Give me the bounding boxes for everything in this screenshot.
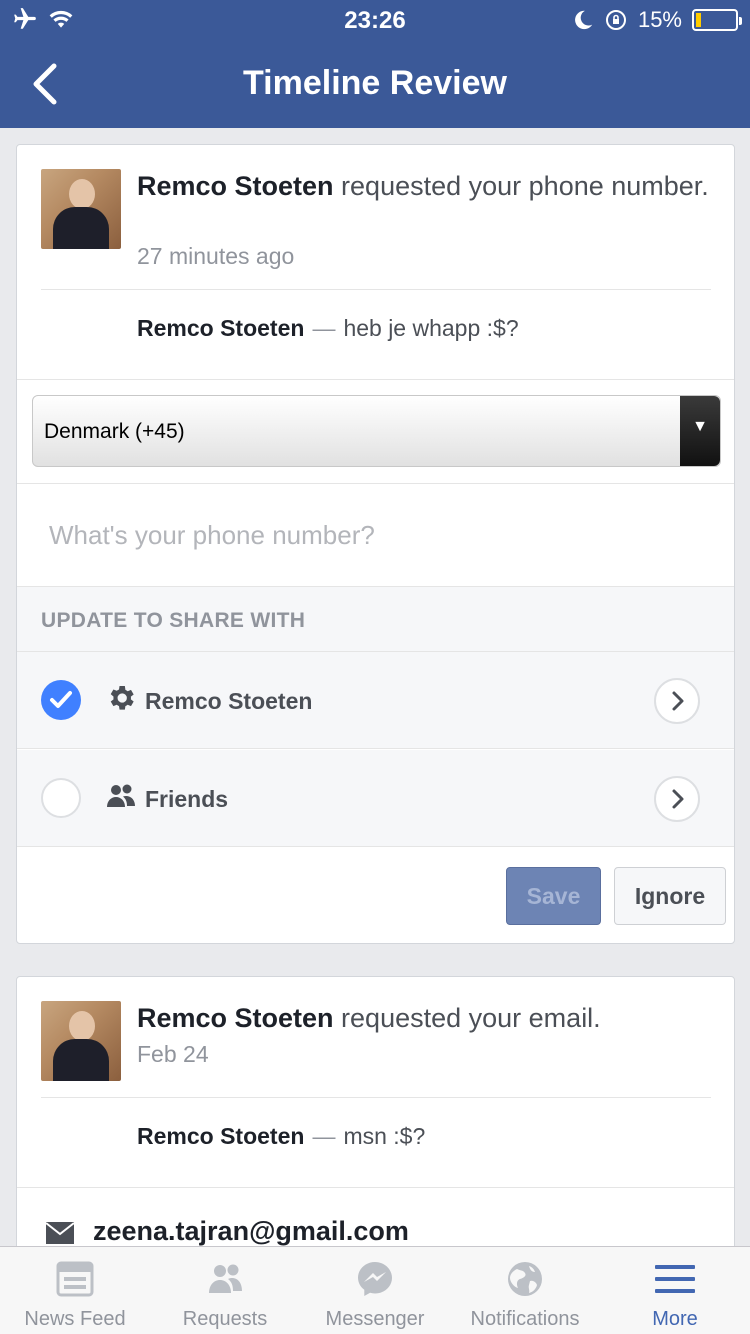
request-comment: Remco Stoeten — heb je whapp :$? — [137, 315, 519, 342]
ignore-button[interactable]: Ignore — [614, 867, 726, 925]
radio-unchecked[interactable] — [41, 778, 81, 818]
request-comment: Remco Stoeten — msn :$? — [137, 1123, 425, 1150]
messenger-icon — [358, 1262, 392, 1296]
gear-icon — [110, 686, 134, 710]
top-bar: 23:26 15% Timeline Review — [0, 0, 750, 128]
request-action: requested your email. — [333, 1003, 601, 1033]
status-bar: 23:26 15% — [0, 0, 750, 40]
radio-checked[interactable] — [41, 680, 81, 720]
battery-icon — [692, 9, 742, 31]
dropdown-arrow-icon: ▼ — [680, 396, 720, 466]
chevron-right-icon — [672, 789, 684, 809]
tab-notifications[interactable]: Notifications — [450, 1247, 600, 1334]
request-time: 27 minutes ago — [137, 243, 295, 269]
comment-text: heb je whapp :$? — [343, 315, 519, 341]
avatar[interactable] — [41, 1001, 121, 1081]
tab-bar: News Feed Requests Messenger Notificatio… — [0, 1246, 750, 1334]
request-text: Remco Stoeten requested your phone numbe… — [137, 169, 717, 204]
tab-messenger[interactable]: Messenger — [300, 1247, 450, 1334]
share-section-header: UPDATE TO SHARE WITH — [17, 586, 734, 652]
comment-text: msn :$? — [343, 1123, 426, 1149]
comment-author[interactable]: Remco Stoeten — [137, 315, 304, 341]
email-request-card: Remco Stoeten requested your email. Feb … — [16, 976, 735, 1266]
email-address: zeena.tajran@gmail.com — [93, 1216, 409, 1246]
rotation-lock-icon — [605, 10, 626, 30]
divider — [17, 483, 734, 484]
globe-icon — [508, 1262, 542, 1296]
option-detail-button[interactable] — [654, 678, 700, 724]
tab-label: More — [652, 1308, 698, 1330]
page-title: Timeline Review — [243, 64, 507, 102]
avatar[interactable] — [41, 169, 121, 249]
battery-percent: 15% — [637, 7, 682, 32]
phone-number-input[interactable] — [17, 485, 734, 585]
status-right: 15% — [572, 7, 742, 33]
moon-icon — [575, 10, 593, 30]
requester-name[interactable]: Remco Stoeten — [137, 1003, 334, 1033]
comment-separator: — — [312, 1123, 336, 1149]
country-select[interactable]: Denmark (+45) ▼ — [32, 395, 721, 467]
menu-icon — [655, 1265, 695, 1293]
checkmark-icon — [50, 691, 72, 708]
share-option-label: Remco Stoeten — [145, 688, 313, 714]
comment-separator: — — [312, 315, 336, 341]
request-text: Remco Stoeten requested your email. — [137, 1001, 717, 1036]
comment-author[interactable]: Remco Stoeten — [137, 1123, 304, 1149]
tab-label: Notifications — [470, 1308, 580, 1330]
divider — [41, 1097, 711, 1098]
share-option-friends[interactable]: Friends — [17, 750, 734, 847]
save-button[interactable]: Save — [506, 867, 601, 925]
mail-icon — [45, 1222, 75, 1244]
divider — [41, 289, 711, 290]
tab-news-feed[interactable]: News Feed — [0, 1247, 150, 1334]
friends-icon — [107, 784, 135, 807]
tab-label: News Feed — [24, 1308, 126, 1330]
tab-requests[interactable]: Requests — [150, 1247, 300, 1334]
news-feed-icon — [56, 1261, 94, 1297]
requester-name[interactable]: Remco Stoeten — [137, 171, 334, 201]
share-header-label: UPDATE TO SHARE WITH — [41, 609, 306, 632]
request-action: requested your phone number. — [333, 171, 709, 201]
phone-request-card: Remco Stoeten requested your phone numbe… — [16, 144, 735, 944]
tab-more[interactable]: More — [600, 1247, 750, 1334]
divider — [17, 1187, 734, 1188]
country-select-value: Denmark (+45) — [44, 420, 185, 443]
chevron-right-icon — [672, 691, 684, 711]
option-detail-button[interactable] — [654, 776, 700, 822]
divider — [17, 379, 734, 380]
requests-icon — [209, 1264, 242, 1293]
share-option-remco[interactable]: Remco Stoeten — [17, 652, 734, 749]
share-option-label: Friends — [145, 786, 229, 812]
tab-label: Requests — [182, 1308, 268, 1330]
tab-label: Messenger — [325, 1308, 425, 1330]
request-time: Feb 24 — [137, 1041, 209, 1067]
